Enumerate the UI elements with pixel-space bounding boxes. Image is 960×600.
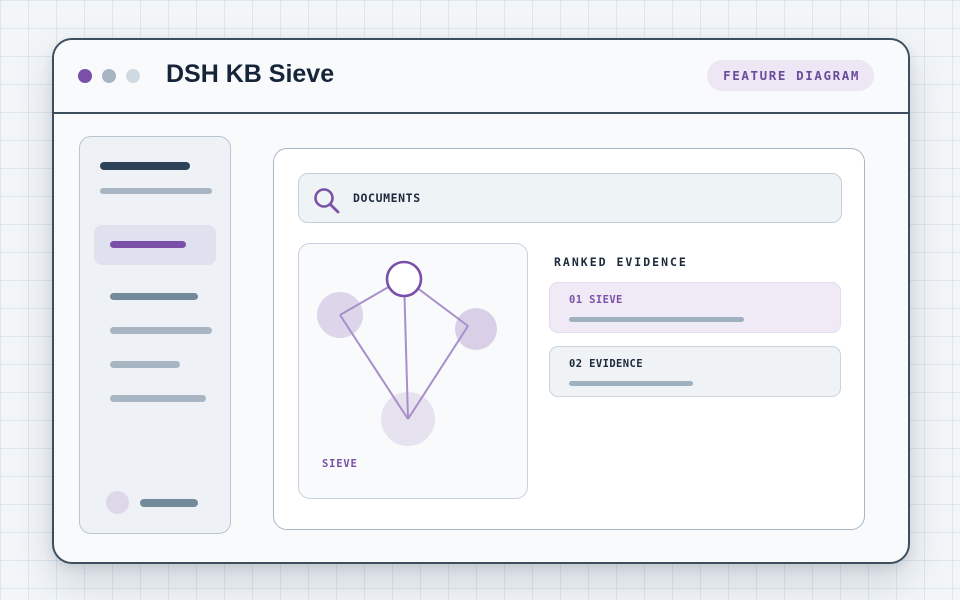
title-bar: DSH KB Sieve FEATURE DIAGRAM [54, 40, 908, 114]
main-panel: DOCUMENTS SIEVE RANKED EVIDENCE 01 SIEVE… [273, 148, 865, 530]
app-title: DSH KB Sieve [166, 60, 335, 88]
sidebar-item-active[interactable] [94, 225, 216, 265]
sidebar-item[interactable] [110, 327, 212, 334]
evidence-label: 02 EVIDENCE [569, 358, 643, 370]
sidebar-heading-placeholder [100, 162, 190, 170]
window-maximize-dot[interactable] [126, 69, 140, 83]
sidebar-subheading-placeholder [100, 188, 212, 194]
evidence-score-bar [569, 381, 693, 386]
sidebar-item-active-label [110, 241, 186, 248]
avatar[interactable] [106, 491, 129, 514]
sidebar-item[interactable] [110, 293, 198, 300]
ranked-evidence-title: RANKED EVIDENCE [554, 255, 688, 269]
sidebar [79, 136, 231, 534]
search-icon [314, 188, 340, 214]
search-bar[interactable]: DOCUMENTS [298, 173, 842, 223]
edge-left-bottom [339, 314, 409, 420]
evidence-item-1[interactable]: 01 SIEVE [549, 282, 841, 333]
feature-diagram-badge: FEATURE DIAGRAM [707, 60, 874, 91]
window-close-dot[interactable] [78, 69, 92, 83]
right-node [455, 308, 497, 350]
evidence-item-2[interactable]: 02 EVIDENCE [549, 346, 841, 397]
evidence-label: 01 SIEVE [569, 294, 623, 306]
sidebar-item[interactable] [110, 361, 180, 368]
sieve-diagram: SIEVE [298, 243, 528, 499]
edge-right-bottom [407, 325, 469, 420]
sidebar-item[interactable] [110, 395, 206, 402]
diagram-label: SIEVE [322, 458, 358, 470]
search-label: DOCUMENTS [353, 191, 421, 205]
app-window: DSH KB Sieve FEATURE DIAGRAM DOCUMENTS S… [52, 38, 910, 564]
user-name-placeholder [140, 499, 198, 507]
top-node [385, 260, 423, 298]
evidence-score-bar [569, 317, 744, 322]
window-minimize-dot[interactable] [102, 69, 116, 83]
